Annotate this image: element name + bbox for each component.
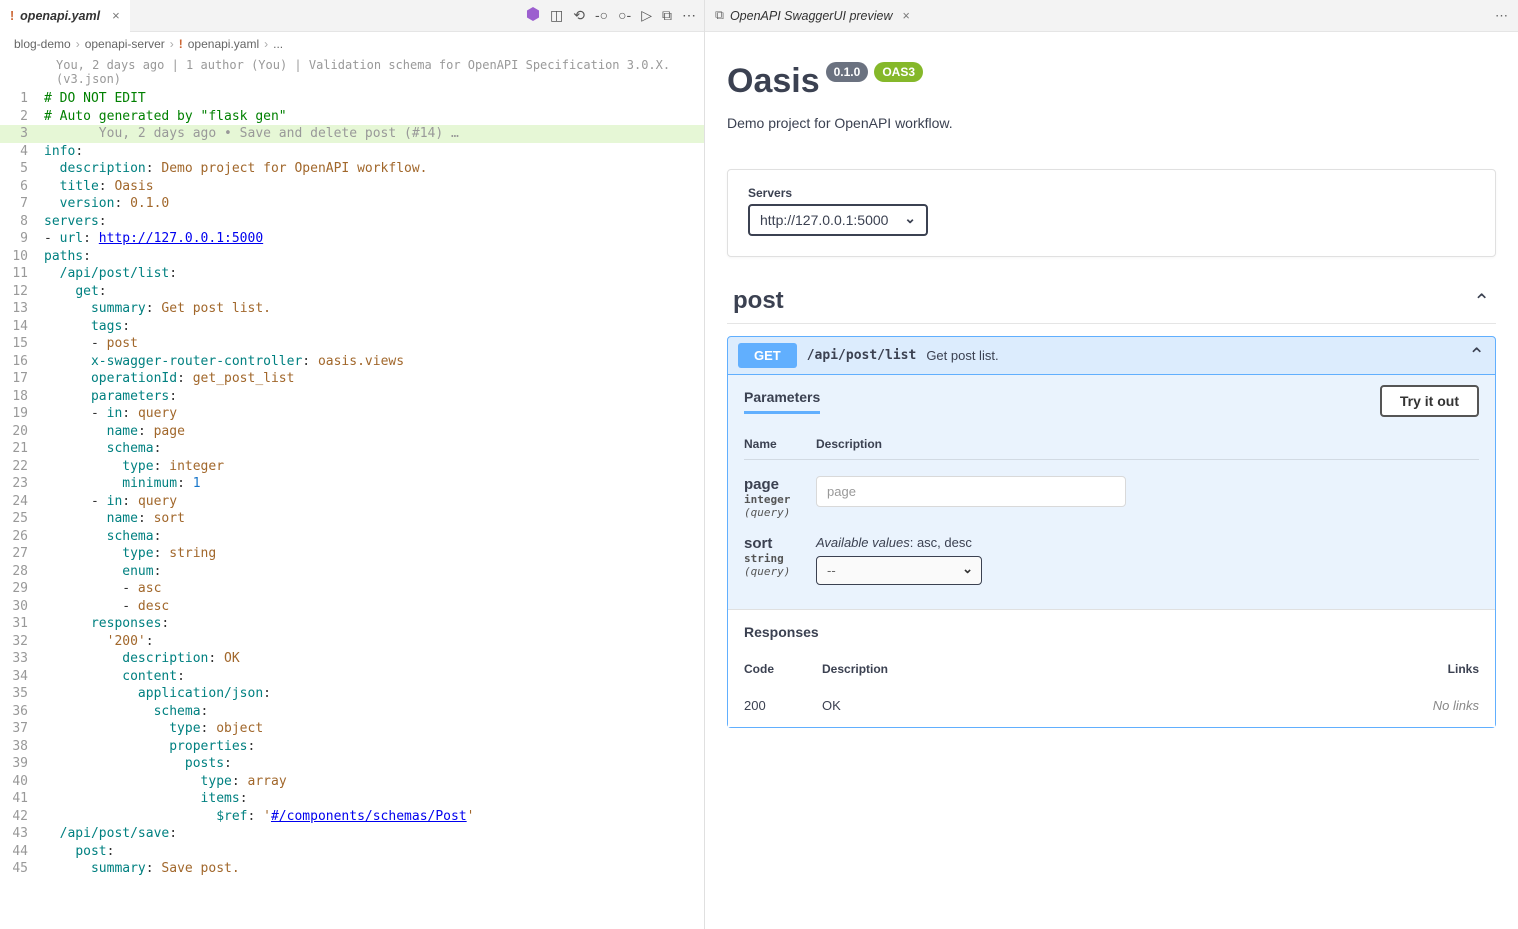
- resp-desc: OK: [822, 698, 1399, 713]
- param-name: sort: [744, 535, 816, 552]
- response-row-200: 200 OK No links: [744, 698, 1479, 713]
- col-links: Links: [1399, 662, 1479, 676]
- resp-code: 200: [744, 698, 822, 713]
- api-description: Demo project for OpenAPI workflow.: [727, 115, 1496, 131]
- breadcrumb-seg[interactable]: blog-demo: [14, 37, 71, 51]
- editor-tabs: ! openapi.yaml × ◫ ⟲ -○ ○- ▷ ⧉ ⋯: [0, 0, 704, 32]
- method-badge: GET: [738, 343, 797, 368]
- operation-get-post-list: GET /api/post/list Get post list. ⌃ Para…: [727, 336, 1496, 728]
- page-input[interactable]: page: [816, 476, 1126, 507]
- param-row-sort: sort string (query) Available values: as…: [744, 535, 1479, 585]
- more-icon[interactable]: ⋯: [1495, 8, 1508, 23]
- breadcrumb[interactable]: blog-demo › openapi-server › ! openapi.y…: [0, 32, 704, 56]
- chevron-up-icon: ⌃: [1468, 343, 1485, 368]
- param-row-page: page integer (query) page: [744, 476, 1479, 519]
- sort-select[interactable]: --: [816, 556, 982, 585]
- refresh-icon[interactable]: ⟲: [573, 7, 585, 24]
- code-editor[interactable]: 1# DO NOT EDIT 2# Auto generated by "fla…: [0, 90, 704, 929]
- api-title: Oasis 0.1.0 OAS3: [727, 62, 1496, 101]
- param-in: (query): [744, 565, 816, 578]
- param-type: string: [744, 552, 816, 565]
- commit-back-icon[interactable]: -○: [595, 7, 608, 24]
- version-badge: 0.1.0: [826, 62, 869, 82]
- server-select[interactable]: http://127.0.0.1:5000: [748, 204, 928, 236]
- breadcrumb-seg[interactable]: ...: [273, 37, 283, 51]
- try-it-out-button[interactable]: Try it out: [1380, 385, 1479, 417]
- tag-post[interactable]: post ⌃: [727, 279, 1496, 324]
- preview-tab-title: OpenAPI SwaggerUI preview: [730, 9, 893, 23]
- tag-name: post: [733, 287, 784, 315]
- col-name: Name: [744, 437, 816, 451]
- yaml-icon: !: [10, 9, 14, 23]
- operation-header[interactable]: GET /api/post/list Get post list. ⌃: [728, 337, 1495, 375]
- resp-links: No links: [1399, 698, 1479, 713]
- servers-section: Servers http://127.0.0.1:5000: [727, 169, 1496, 257]
- yaml-icon: !: [179, 37, 183, 51]
- responses-title: Responses: [744, 624, 1479, 640]
- oas-badge: OAS3: [874, 62, 923, 82]
- editor-toolbar-actions: ◫ ⟲ -○ ○- ▷ ⧉ ⋯: [518, 7, 704, 24]
- available-values: Available values: asc, desc: [816, 535, 982, 550]
- preview-icon: ⧉: [715, 8, 724, 23]
- chevron-up-icon: ⌃: [1473, 289, 1490, 314]
- preview-tabs: ⧉ OpenAPI SwaggerUI preview × ⋯: [705, 0, 1518, 32]
- parameters-table: Name Description page integer (query) pa…: [728, 427, 1495, 609]
- parameters-title: Parameters: [744, 389, 820, 414]
- commit-fwd-icon[interactable]: ○-: [618, 7, 631, 24]
- git-blame-inline: You, 2 days ago • Save and delete post (…: [99, 126, 459, 141]
- play-icon[interactable]: ▷: [641, 7, 652, 24]
- breadcrumb-seg[interactable]: openapi.yaml: [188, 37, 259, 51]
- tab-filename: openapi.yaml: [20, 9, 100, 23]
- col-code: Code: [744, 662, 822, 676]
- split-icon[interactable]: ◫: [550, 7, 563, 24]
- servers-label: Servers: [748, 186, 1475, 200]
- param-in: (query): [744, 506, 816, 519]
- operation-path: /api/post/list: [807, 348, 917, 363]
- layout-icon[interactable]: ⧉: [662, 7, 672, 24]
- swagger-ui: Oasis 0.1.0 OAS3 Demo project for OpenAP…: [705, 32, 1518, 929]
- breadcrumb-seg[interactable]: openapi-server: [85, 37, 165, 51]
- close-icon[interactable]: ×: [903, 9, 910, 23]
- more-icon[interactable]: ⋯: [682, 7, 696, 24]
- chevron-right-icon: ›: [76, 37, 80, 51]
- codelens-authorship[interactable]: You, 2 days ago | 1 author (You) | Valid…: [0, 56, 704, 90]
- operation-summary: Get post list.: [926, 348, 998, 363]
- col-description: Description: [816, 437, 882, 451]
- tab-openapi-yaml[interactable]: ! openapi.yaml ×: [0, 0, 130, 32]
- tab-swagger-preview[interactable]: ⧉ OpenAPI SwaggerUI preview ×: [705, 0, 920, 32]
- col-description: Description: [822, 662, 1399, 676]
- chevron-right-icon: ›: [264, 37, 268, 51]
- extension-icon[interactable]: [526, 7, 540, 21]
- close-icon[interactable]: ×: [112, 8, 120, 23]
- chevron-right-icon: ›: [170, 37, 174, 51]
- param-name: page: [744, 476, 816, 493]
- param-type: integer: [744, 493, 816, 506]
- responses-section: Responses Code Description Links 200 OK …: [728, 609, 1495, 727]
